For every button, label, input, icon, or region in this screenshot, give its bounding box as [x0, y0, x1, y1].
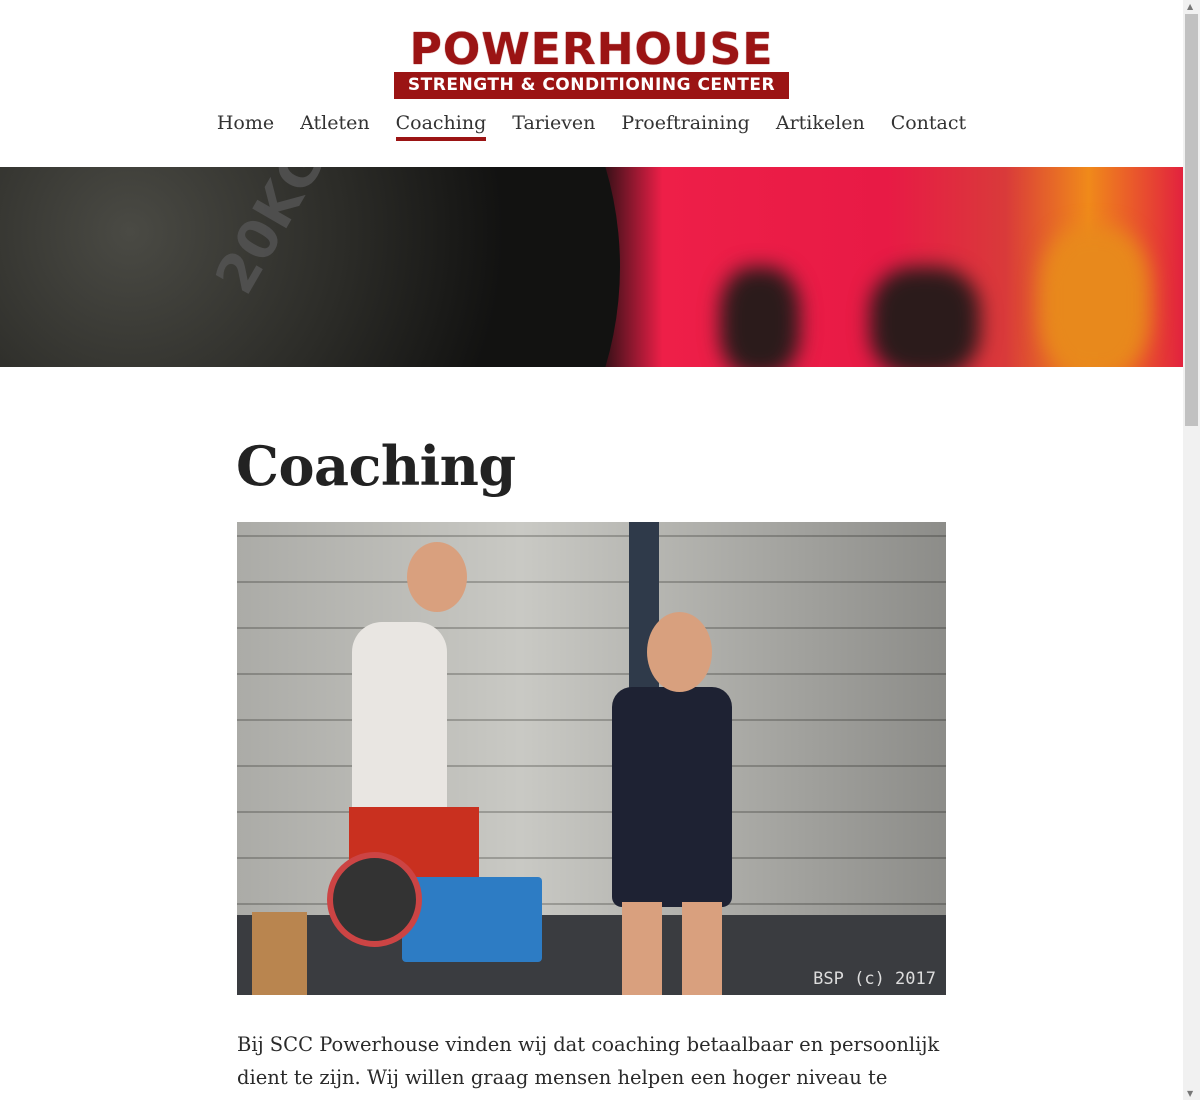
photo-watermark: BSP (c) 2017 — [813, 969, 936, 989]
scroll-down-icon[interactable]: ▼ — [1187, 1089, 1193, 1098]
vertical-scrollbar[interactable]: ▲ ▼ — [1183, 0, 1200, 1100]
hero-banner: 20KG — [0, 167, 1183, 367]
scroll-up-icon[interactable]: ▲ — [1187, 2, 1193, 11]
intro-paragraph: Bij SCC Powerhouse vinden wij dat coachi… — [237, 1033, 940, 1100]
nav-artikelen[interactable]: Artikelen — [776, 112, 865, 137]
nav-proeftraining[interactable]: Proeftraining — [621, 112, 749, 137]
main-nav: Home Atleten Coaching Tarieven Proeftraining… — [0, 112, 1183, 141]
coaching-photo: BSP (c) 2017 — [237, 522, 946, 995]
nav-atleten[interactable]: Atleten — [300, 112, 369, 137]
logo-title: POWERHOUSE — [394, 28, 789, 72]
scrollbar-thumb[interactable] — [1185, 14, 1198, 426]
page-title: Coaching — [236, 434, 516, 498]
nav-home[interactable]: Home — [217, 112, 274, 137]
nav-contact[interactable]: Contact — [891, 112, 966, 137]
nav-tarieven[interactable]: Tarieven — [512, 112, 595, 137]
site-logo[interactable]: POWERHOUSE STRENGTH & CONDITIONING CENTE… — [394, 28, 789, 99]
nav-coaching[interactable]: Coaching — [395, 112, 487, 141]
logo-subtitle: STRENGTH & CONDITIONING CENTER — [407, 75, 776, 95]
page: POWERHOUSE STRENGTH & CONDITIONING CENTE… — [0, 0, 1183, 1100]
